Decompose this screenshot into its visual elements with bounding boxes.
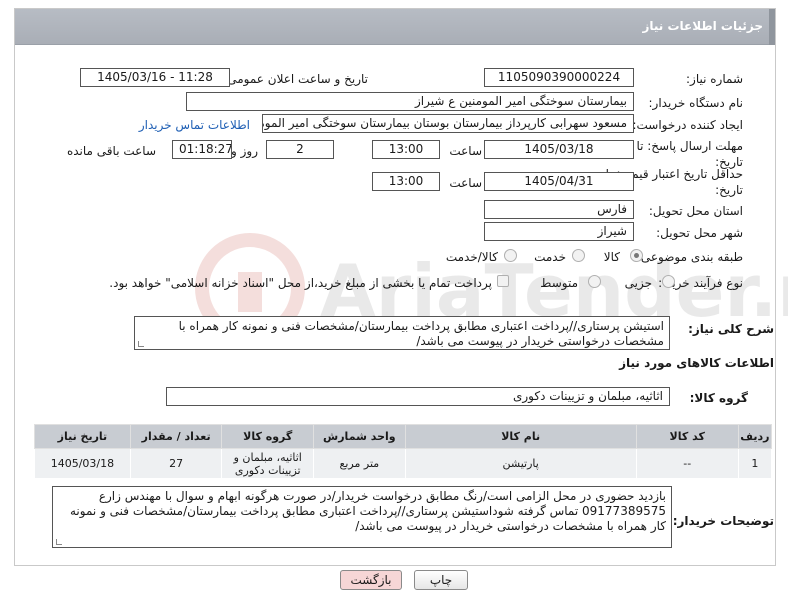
buyer-contact-link[interactable]: اطلاعات تماس خریدار	[139, 118, 250, 132]
goods-group-label: گروه کالا:	[689, 391, 748, 405]
cell-date: 1405/03/18	[34, 448, 131, 479]
need-number-label: شماره نیاز:	[686, 72, 743, 86]
cell-row: 1	[737, 448, 773, 479]
cell-unit: متر مربع	[313, 448, 406, 479]
buyer-notes-text: بازدید حضوری در محل الزامی است/رنگ مطابق…	[52, 486, 672, 548]
deadline-date-field: 1405/03/18	[484, 140, 634, 159]
cell-qty: 27	[129, 448, 223, 479]
category-option-service: خدمت	[534, 250, 566, 264]
buyer-notes-value: بازدید حضوری در محل الزامی است/رنگ مطابق…	[70, 489, 666, 533]
col-header-qty: تعداد / مقدار	[129, 424, 223, 449]
table-header-row: ردیف کد کالا نام کالا واحد شمارش گروه کا…	[34, 424, 773, 449]
payment-note: پرداخت تمام یا بخشی از مبلغ خرید،از محل …	[109, 276, 492, 290]
deadline-time-label: ساعت	[449, 144, 482, 158]
col-header-group: گروه کالا	[221, 424, 315, 449]
page-title: جزئیات اطلاعات نیاز	[642, 19, 763, 33]
process-option-medium: متوسط	[540, 276, 578, 290]
days-field: 2	[266, 140, 334, 159]
panel-header: جزئیات اطلاعات نیاز	[15, 9, 775, 45]
validity-date-field: 1405/04/31	[484, 172, 634, 191]
col-header-row: ردیف	[737, 424, 773, 449]
remaining-label: ساعت باقی مانده	[66, 144, 156, 158]
city-label: شهر محل تحویل:	[656, 226, 743, 240]
requester-field: مسعود سهرابی کارپرداز بیمارستان بوستان ب…	[262, 114, 634, 133]
category-option-goods: کالا	[603, 250, 620, 264]
category-radio-both[interactable]	[504, 249, 517, 262]
buyer-org-label: نام دستگاه خریدار:	[648, 96, 744, 110]
col-header-date: تاریخ نیاز	[34, 424, 131, 449]
col-header-code: کد کالا	[635, 424, 739, 449]
notes-resize-handle-icon	[56, 539, 62, 545]
description-value: استیشن پرستاری//پرداخت اعتباری مطابق پرد…	[178, 319, 664, 348]
province-field: فارس	[484, 200, 634, 219]
category-radio-goods[interactable]	[630, 249, 643, 262]
requester-label: ایجاد کننده درخواست:	[632, 118, 743, 132]
cell-code: --	[635, 448, 739, 479]
buyer-org-field: بیمارستان سوختگی امیر المومنین ع شیراز	[186, 92, 634, 111]
category-radio-service[interactable]	[572, 249, 585, 262]
province-label: استان محل تحویل:	[648, 204, 743, 218]
description-text: استیشن پرستاری//پرداخت اعتباری مطابق پرد…	[134, 316, 670, 350]
col-header-unit: واحد شمارش	[313, 424, 406, 449]
goods-info-title: اطلاعات کالاهای مورد نیاز	[619, 356, 774, 370]
category-option-both: کالا/خدمت	[445, 250, 498, 264]
validity-time-field: 13:00	[372, 172, 440, 191]
announce-label: تاریخ و ساعت اعلان عمومی:	[223, 72, 368, 86]
remaining-time-field: 01:18:27	[172, 140, 232, 159]
cell-group: اثاثیه، مبلمان و تزیینات دکوری	[221, 448, 315, 479]
process-radio-medium[interactable]	[588, 275, 601, 288]
days-label: روز و	[231, 144, 258, 158]
payment-checkbox[interactable]	[497, 275, 509, 287]
buyer-notes-label: توضیحات خریدار:	[672, 514, 774, 528]
table-row: 1 -- پارتیشن متر مربع اثاثیه، مبلمان و ت…	[34, 448, 773, 479]
header-corner	[769, 9, 775, 45]
back-button[interactable]: بازگشت	[340, 570, 402, 590]
deadline-time-field: 13:00	[372, 140, 440, 159]
category-label: طبقه بندی موضوعی:	[636, 250, 743, 264]
goods-group-field: اثاثیه، مبلمان و تزیینات دکوری	[166, 387, 670, 406]
col-header-name: نام کالا	[404, 424, 637, 449]
resize-handle-icon	[138, 341, 144, 347]
cell-name: پارتیشن	[404, 448, 637, 479]
city-field: شیراز	[484, 222, 634, 241]
description-label: شرح کلی نیاز:	[688, 322, 774, 336]
items-table: ردیف کد کالا نام کالا واحد شمارش گروه کا…	[34, 424, 773, 479]
process-radio-minor[interactable]	[662, 275, 675, 288]
validity-time-label: ساعت	[449, 176, 482, 190]
announce-field: 1405/03/16 - 11:28	[80, 68, 230, 87]
need-number-field: 1105090390000224	[484, 68, 634, 87]
process-option-minor: جزیی	[624, 276, 652, 290]
print-button[interactable]: چاپ	[414, 570, 468, 590]
